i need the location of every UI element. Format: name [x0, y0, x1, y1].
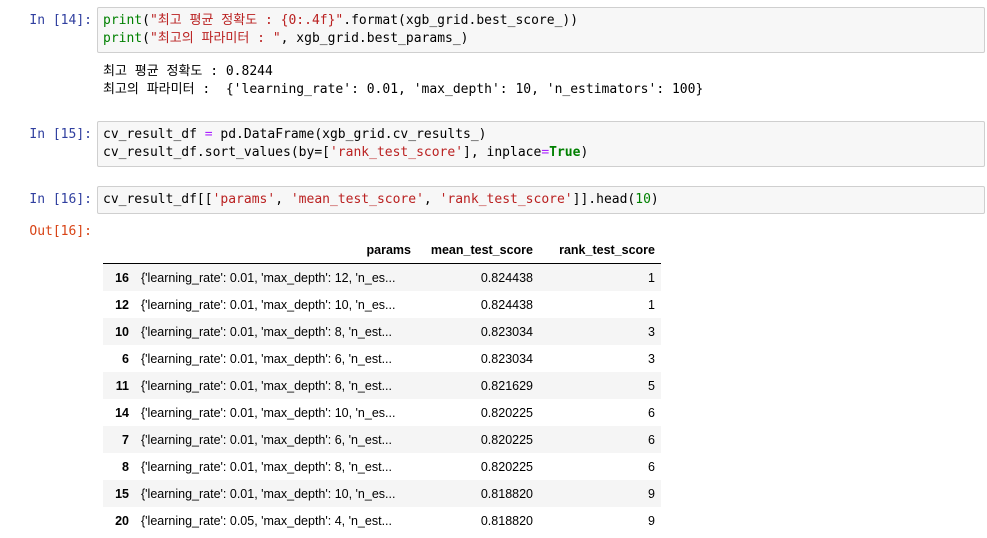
code-operator: = [541, 145, 550, 160]
code-string: 'rank_test_score' [439, 192, 573, 207]
row-index: 8 [122, 459, 129, 474]
code-keyword: True [549, 145, 581, 160]
code-line: cv_result_df.sort_values(by=['rank_test_… [103, 144, 984, 162]
code-cell-14[interactable]: print("최고 평균 정확도 : {0:.4f}".format(xgb_g… [97, 7, 985, 53]
stream-output-14: 최고 평균 정확도 : 0.8244 최고의 파라미터 : {'learning_… [103, 63, 703, 99]
params-cell: {'learning_rate': 0.01, 'max_depth': 6, … [141, 432, 392, 447]
table-row: 11 {'learning_rate': 0.01, 'max_depth': … [103, 372, 661, 399]
code-token: print [103, 31, 143, 46]
params-cell: {'learning_rate': 0.01, 'max_depth': 10,… [141, 405, 396, 420]
code-token: , xgb_grid.best_params_) [280, 31, 469, 46]
input-prompt-15: In [15]: [29, 127, 92, 142]
table-row: 7 {'learning_rate': 0.01, 'max_depth': 6… [103, 426, 661, 453]
input-prompt-16: In [16]: [29, 192, 92, 207]
row-index: 16 [115, 270, 129, 285]
code-string: 'params' [212, 192, 276, 207]
row-index: 11 [115, 378, 129, 393]
table-row: 8 {'learning_rate': 0.01, 'max_depth': 8… [103, 453, 661, 480]
code-token: ]].head( [572, 192, 636, 207]
mean-test-score-cell: 0.824438 [480, 270, 533, 285]
code-operator: = [204, 127, 213, 142]
code-number: 10 [635, 192, 651, 207]
mean-test-score-cell: 0.821629 [480, 378, 533, 393]
code-token: cv_result_df.sort_values(by=[ [103, 145, 330, 160]
params-cell: {'learning_rate': 0.01, 'max_depth': 6, … [141, 351, 392, 366]
code-string: 'mean_test_score' [290, 192, 424, 207]
code-token: ) [650, 192, 659, 207]
rank-test-score-cell: 9 [648, 513, 655, 528]
code-line: cv_result_df = pd.DataFrame(xgb_grid.cv_… [103, 126, 984, 144]
rank-test-score-cell: 5 [648, 378, 655, 393]
table-row: 16 {'learning_rate': 0.01, 'max_depth': 1… [103, 263, 661, 291]
code-line: cv_result_df[['params', 'mean_test_score… [103, 191, 984, 209]
row-index: 15 [115, 486, 129, 501]
mean-test-score-cell: 0.824438 [480, 297, 533, 312]
rank-test-score-cell: 6 [648, 459, 655, 474]
column-header-params: params [135, 236, 417, 264]
params-cell: {'learning_rate': 0.01, 'max_depth': 12,… [141, 270, 396, 285]
code-string: "최고 평균 정확도 : {0:.4f}" [149, 13, 344, 28]
output-line: 최고의 파라미터 : {'learning_rate': 0.01, 'max_… [103, 82, 704, 97]
code-token: cv_result_df [103, 127, 205, 142]
code-cell-16[interactable]: cv_result_df[['params', 'mean_test_score… [97, 186, 985, 214]
mean-test-score-cell: 0.820225 [480, 432, 533, 447]
table-row: 20 {'learning_rate': 0.05, 'max_depth': … [103, 507, 661, 534]
row-index: 12 [115, 297, 129, 312]
mean-test-score-cell: 0.818820 [480, 486, 533, 501]
params-cell: {'learning_rate': 0.01, 'max_depth': 8, … [141, 324, 392, 339]
code-token: print [103, 13, 143, 28]
table-row: 15 {'learning_rate': 0.01, 'max_depth': 1… [103, 480, 661, 507]
table-row: 10 {'learning_rate': 0.01, 'max_depth': … [103, 318, 661, 345]
row-index: 7 [122, 432, 129, 447]
code-string: 'rank_test_score' [329, 145, 464, 160]
code-token: ( [142, 13, 150, 28]
rank-test-score-cell: 6 [648, 432, 655, 447]
params-cell: {'learning_rate': 0.01, 'max_depth': 8, … [141, 378, 392, 393]
rank-test-score-cell: 6 [648, 405, 655, 420]
column-header-rank-test-score: rank_test_score [539, 236, 661, 264]
rank-test-score-cell: 3 [648, 351, 655, 366]
code-token: ( [142, 31, 150, 46]
rank-test-score-cell: 9 [648, 486, 655, 501]
row-index: 20 [115, 513, 129, 528]
rank-test-score-cell: 3 [648, 324, 655, 339]
code-line: print("최고 평균 정확도 : {0:.4f}".format(xgb_g… [103, 12, 984, 30]
output-prompt-16: Out[16]: [29, 224, 92, 239]
code-cell-15[interactable]: cv_result_df = pd.DataFrame(xgb_grid.cv_… [97, 121, 985, 167]
code-token: cv_result_df[[ [103, 192, 213, 207]
code-token: .format(xgb_grid.best_score_)) [343, 13, 579, 28]
code-string: "최고의 파라미터 : " [149, 31, 281, 46]
params-cell: {'learning_rate': 0.01, 'max_depth': 10,… [141, 486, 396, 501]
mean-test-score-cell: 0.820225 [480, 459, 533, 474]
code-token: pd.DataFrame(xgb_grid.cv_results_) [212, 127, 487, 142]
code-token: ) [580, 145, 589, 160]
params-cell: {'learning_rate': 0.01, 'max_depth': 10,… [141, 297, 396, 312]
row-index: 14 [115, 405, 129, 420]
dataframe-table: params mean_test_score rank_test_score 1… [103, 236, 661, 534]
code-line: print("최고의 파라미터 : ", xgb_grid.best_param… [103, 30, 984, 48]
table-body: 16 {'learning_rate': 0.01, 'max_depth': 1… [103, 263, 661, 535]
table-row: 6 {'learning_rate': 0.01, 'max_depth': 6… [103, 345, 661, 372]
index-header [103, 236, 135, 264]
code-token: ], inplace [463, 145, 542, 160]
mean-test-score-cell: 0.823034 [480, 324, 533, 339]
table-row: 14 {'learning_rate': 0.01, 'max_depth': 1… [103, 399, 661, 426]
output-line: 최고 평균 정확도 : 0.8244 [103, 64, 273, 79]
column-header-mean-test-score: mean_test_score [417, 236, 539, 264]
rank-test-score-cell: 1 [648, 270, 655, 285]
row-index: 10 [115, 324, 129, 339]
params-cell: {'learning_rate': 0.05, 'max_depth': 4, … [141, 513, 392, 528]
table-row: 12 {'learning_rate': 0.01, 'max_depth': 1… [103, 291, 661, 318]
mean-test-score-cell: 0.820225 [480, 405, 533, 420]
params-cell: {'learning_rate': 0.01, 'max_depth': 8, … [141, 459, 392, 474]
code-token: , [423, 192, 440, 207]
input-prompt-14: In [14]: [29, 13, 92, 28]
mean-test-score-cell: 0.818820 [480, 513, 533, 528]
mean-test-score-cell: 0.823034 [480, 351, 533, 366]
row-index: 6 [122, 351, 129, 366]
table-header-row: params mean_test_score rank_test_score [103, 236, 661, 264]
code-token: , [275, 192, 291, 207]
rank-test-score-cell: 1 [648, 297, 655, 312]
